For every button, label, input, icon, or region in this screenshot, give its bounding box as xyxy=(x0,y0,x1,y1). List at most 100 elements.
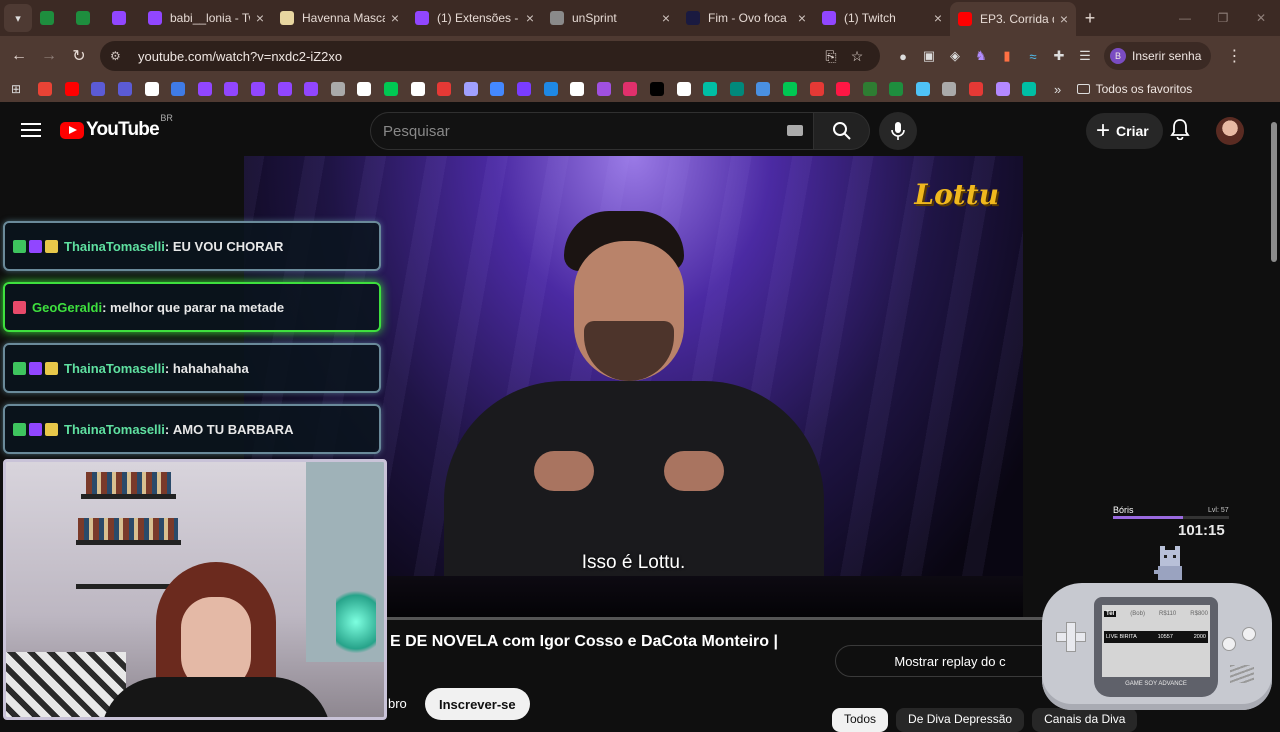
browser-tab[interactable]: unSprint × xyxy=(542,3,678,33)
bookmark-icon[interactable] xyxy=(936,82,963,96)
close-tab-icon[interactable]: × xyxy=(391,10,399,26)
browser-tab[interactable] xyxy=(68,3,104,33)
bookmark-icon[interactable] xyxy=(883,82,910,96)
browser-tab[interactable]: Havenna Mascar × xyxy=(272,3,407,33)
join-member-button[interactable]: bro xyxy=(388,696,407,711)
chat-text: AMO TU BARBARA xyxy=(172,421,294,437)
subscribe-button[interactable]: Inscrever-se xyxy=(425,688,530,720)
extension-icon[interactable]: ◈ xyxy=(942,48,968,64)
bookmark-icon[interactable] xyxy=(1016,82,1043,96)
bookmark-icon[interactable] xyxy=(165,82,192,96)
bookmark-icon[interactable] xyxy=(404,82,431,96)
bookmark-icon[interactable] xyxy=(32,82,59,96)
show-chat-replay-button[interactable]: Mostrar replay do c xyxy=(835,645,1065,677)
new-tab-button[interactable]: + xyxy=(1076,8,1104,29)
bookmark-icon[interactable] xyxy=(989,82,1016,96)
close-tab-icon[interactable]: × xyxy=(1060,11,1068,27)
bookmark-icon[interactable] xyxy=(963,82,990,96)
create-button[interactable]: + Criar xyxy=(1086,113,1163,149)
bookmark-icon[interactable] xyxy=(112,82,139,96)
bookmark-icon[interactable] xyxy=(511,82,538,96)
bookmark-icon[interactable] xyxy=(192,82,219,96)
bookmark-icon[interactable] xyxy=(431,82,458,96)
youtube-logo[interactable]: YouTube BR xyxy=(60,113,173,141)
omnibox[interactable]: ⚙ youtube.com/watch?v=nxdc2-iZ2xo ⎘ ☆ xyxy=(100,41,880,71)
bookmark-star-icon[interactable]: ☆ xyxy=(844,48,870,65)
twitch-icon xyxy=(112,11,126,25)
menu-icon[interactable]: ⋮ xyxy=(1219,46,1249,66)
browser-tab[interactable]: Fim - Ovo foca × xyxy=(678,3,814,33)
install-icon[interactable]: ⎘ xyxy=(818,48,844,65)
extension-icon[interactable]: ▣ xyxy=(916,48,942,64)
close-tab-icon[interactable]: × xyxy=(256,10,264,26)
extension-icon[interactable]: ≈ xyxy=(1020,49,1046,64)
filter-chip[interactable]: Canais da Diva xyxy=(1032,708,1138,732)
bookmark-icon[interactable] xyxy=(325,82,352,96)
close-tab-icon[interactable]: × xyxy=(934,10,942,26)
reading-list-icon[interactable]: ☰ xyxy=(1072,48,1098,64)
hamburger-menu-icon[interactable] xyxy=(21,123,41,137)
extension-icon[interactable]: ♞ xyxy=(968,48,994,64)
bookmark-icon[interactable] xyxy=(697,82,724,96)
url-text[interactable]: youtube.com/watch?v=nxdc2-iZ2xo xyxy=(138,49,818,64)
browser-tab[interactable]: babi__lonia - Twit × xyxy=(140,3,272,33)
apps-icon[interactable]: ⊞ xyxy=(0,82,32,96)
browser-tab[interactable]: EP3. Corrida das × xyxy=(950,2,1076,36)
scrollbar-thumb[interactable] xyxy=(1271,122,1277,262)
bookmark-icon[interactable] xyxy=(910,82,937,96)
browser-tab[interactable]: (1) Extensões - Tw × xyxy=(407,3,542,33)
browser-tab[interactable]: (1) Twitch × xyxy=(814,3,950,33)
search-input[interactable]: Pesquisar xyxy=(370,112,814,150)
bookmark-icon[interactable] xyxy=(484,82,511,96)
extension-icon[interactable]: ▮ xyxy=(994,48,1020,64)
bookmark-icon[interactable] xyxy=(271,82,298,96)
extensions-puzzle-icon[interactable]: ✚ xyxy=(1046,48,1072,64)
close-tab-icon[interactable]: × xyxy=(798,10,806,26)
bookmark-icon[interactable] xyxy=(537,82,564,96)
bookmark-icon[interactable] xyxy=(218,82,245,96)
bookmark-icon[interactable] xyxy=(458,82,485,96)
close-window-icon[interactable]: ✕ xyxy=(1242,0,1280,36)
search-button[interactable] xyxy=(814,112,870,150)
bookmark-icon[interactable] xyxy=(803,82,830,96)
account-avatar[interactable] xyxy=(1216,117,1244,145)
search-icon xyxy=(832,122,851,140)
tab-search-button[interactable]: ▾ xyxy=(4,4,32,32)
close-tab-icon[interactable]: × xyxy=(662,10,670,26)
all-bookmarks-folder[interactable]: Todos os favoritos xyxy=(1076,82,1192,96)
bookmark-icon[interactable] xyxy=(59,82,86,96)
maximize-icon[interactable]: ❐ xyxy=(1204,0,1242,36)
filter-chip[interactable]: Todos xyxy=(832,708,889,732)
bookmark-icon[interactable] xyxy=(856,82,883,96)
forward-icon[interactable]: → xyxy=(34,47,64,65)
voice-search-button[interactable] xyxy=(879,112,917,150)
bookmark-icon[interactable] xyxy=(723,82,750,96)
keyboard-icon[interactable] xyxy=(787,125,803,136)
browser-tab[interactable] xyxy=(32,3,68,33)
site-info-icon[interactable]: ⚙ xyxy=(110,49,128,63)
bookmark-icon[interactable] xyxy=(85,82,112,96)
bookmark-icon[interactable] xyxy=(351,82,378,96)
bookmark-icon[interactable] xyxy=(564,82,591,96)
filter-chip[interactable]: De Diva Depressão xyxy=(896,708,1025,732)
extension-icon[interactable]: ● xyxy=(890,49,916,64)
close-tab-icon[interactable]: × xyxy=(526,10,534,26)
bookmark-icon[interactable] xyxy=(138,82,165,96)
bookmark-icon[interactable] xyxy=(670,82,697,96)
bookmark-icon[interactable] xyxy=(830,82,857,96)
bookmark-icon[interactable] xyxy=(590,82,617,96)
bookmark-icon[interactable] xyxy=(644,82,671,96)
bookmark-icon[interactable] xyxy=(298,82,325,96)
bookmark-icon[interactable] xyxy=(245,82,272,96)
bookmark-icon[interactable] xyxy=(378,82,405,96)
notifications-bell-icon[interactable] xyxy=(1166,118,1194,144)
reload-icon[interactable]: ↻ xyxy=(64,46,94,66)
back-icon[interactable]: ← xyxy=(4,47,34,65)
bookmark-icon[interactable] xyxy=(777,82,804,96)
bookmark-icon[interactable] xyxy=(750,82,777,96)
browser-tab[interactable] xyxy=(104,3,140,33)
minimize-icon[interactable]: — xyxy=(1166,0,1204,36)
bookmark-icon[interactable] xyxy=(617,82,644,96)
password-button[interactable]: B Inserir senha xyxy=(1104,42,1212,70)
more-bookmarks-icon[interactable]: » xyxy=(1043,82,1073,97)
